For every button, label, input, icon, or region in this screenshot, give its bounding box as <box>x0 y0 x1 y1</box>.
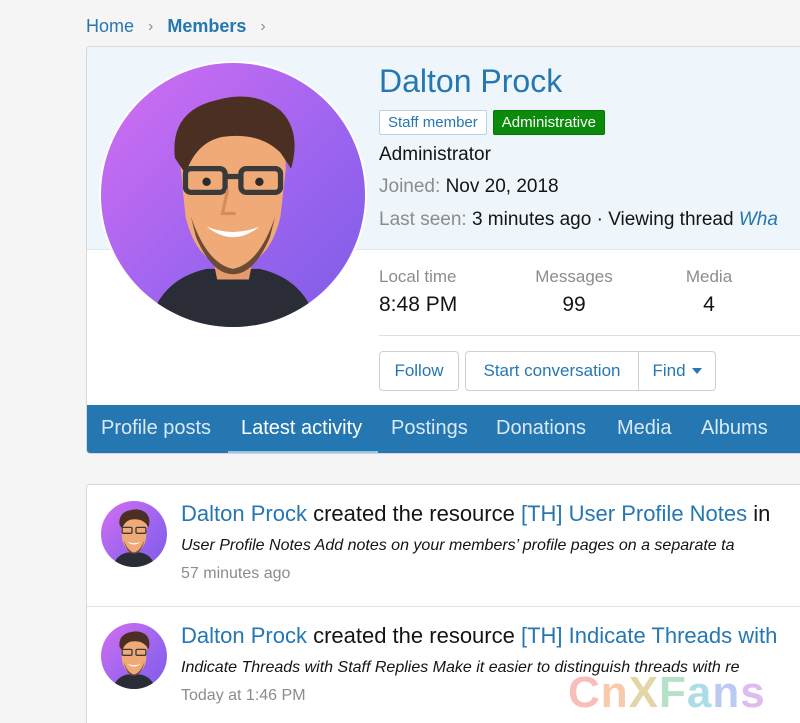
tab-latest-activity[interactable]: Latest activity <box>241 405 362 453</box>
breadcrumb-members[interactable]: Members <box>167 16 246 37</box>
joined-date: Nov 20, 2018 <box>445 176 559 197</box>
tab-donations[interactable]: Donations <box>496 405 586 453</box>
find-dropdown-button[interactable]: Find <box>638 351 716 391</box>
username-heading: Dalton Prock <box>379 63 563 99</box>
messages-label: Messages <box>535 267 613 286</box>
avatar-face-icon <box>112 509 156 567</box>
tab-profile-posts[interactable]: Profile posts <box>101 405 211 453</box>
start-conversation-button[interactable]: Start conversation <box>465 351 639 391</box>
activity-action: created the resource <box>306 501 521 526</box>
media-count[interactable]: 4 <box>683 293 735 317</box>
chevron-right-icon: › <box>260 17 266 35</box>
last-seen-label: Last seen: <box>379 209 467 230</box>
activity-trail: in <box>747 501 771 526</box>
activity-time[interactable]: Today at 1:46 PM <box>181 687 306 705</box>
activity-title: Dalton Prock created the resource [TH] U… <box>181 501 770 527</box>
activity-time[interactable]: 57 minutes ago <box>181 565 290 583</box>
avatar-face-icon <box>112 631 156 689</box>
user-banners: Staff member Administrative <box>379 110 605 135</box>
tab-postings[interactable]: Postings <box>391 405 468 453</box>
profile-tabs: Profile posts Latest activity Postings D… <box>87 405 800 453</box>
breadcrumb: Home › Members › <box>86 16 280 37</box>
member-profile-card: Dalton Prock Staff member Administrative… <box>86 46 800 454</box>
avatar[interactable] <box>101 63 365 327</box>
administrative-badge: Administrative <box>492 110 605 135</box>
tab-albums[interactable]: Albums <box>701 405 768 453</box>
watermark-logo: CnXFans <box>568 668 766 717</box>
activity-action: created the resource <box>306 623 521 648</box>
activity-user-link[interactable]: Dalton Prock <box>181 623 307 648</box>
viewing-thread-link[interactable]: Wha <box>739 209 778 230</box>
last-seen-info: Last seen: 3 minutes ago · Viewing threa… <box>379 209 778 231</box>
activity-snippet: User Profile Notes Add notes on your mem… <box>181 537 735 554</box>
chevron-right-icon: › <box>148 17 154 35</box>
last-seen-value: 3 minutes ago · Viewing thread <box>471 209 734 230</box>
divider <box>379 335 800 336</box>
follow-button[interactable]: Follow <box>379 351 459 391</box>
tab-media[interactable]: Media <box>617 405 671 453</box>
local-time-label: Local time <box>379 267 457 286</box>
joined-label: Joined: <box>379 176 441 197</box>
media-label: Media <box>685 267 733 286</box>
activity-user-link[interactable]: Dalton Prock <box>181 501 307 526</box>
avatar[interactable] <box>101 501 167 567</box>
find-button-label: Find <box>652 361 686 380</box>
messages-count[interactable]: 99 <box>533 293 615 317</box>
active-tab-indicator <box>228 451 378 453</box>
user-title: Administrator <box>379 144 491 165</box>
activity-resource-link[interactable]: [TH] User Profile Notes <box>521 501 747 526</box>
caret-down-icon <box>691 368 702 374</box>
media-stat[interactable]: Media 4 <box>683 267 735 317</box>
avatar[interactable] <box>101 623 167 689</box>
local-time-value: 8:48 PM <box>379 293 458 316</box>
avatar-face-icon <box>148 96 318 327</box>
messages-stat[interactable]: Messages 99 <box>533 267 615 317</box>
local-time-stat: Local time 8:48 PM <box>379 267 457 317</box>
breadcrumb-home[interactable]: Home <box>86 16 134 37</box>
joined-info: Joined: Nov 20, 2018 <box>379 176 559 198</box>
activity-title: Dalton Prock created the resource [TH] I… <box>181 623 777 649</box>
list-item: Dalton Prock created the resource [TH] U… <box>87 485 800 606</box>
staff-member-badge: Staff member <box>379 110 487 135</box>
activity-resource-link[interactable]: [TH] Indicate Threads with <box>521 623 777 648</box>
